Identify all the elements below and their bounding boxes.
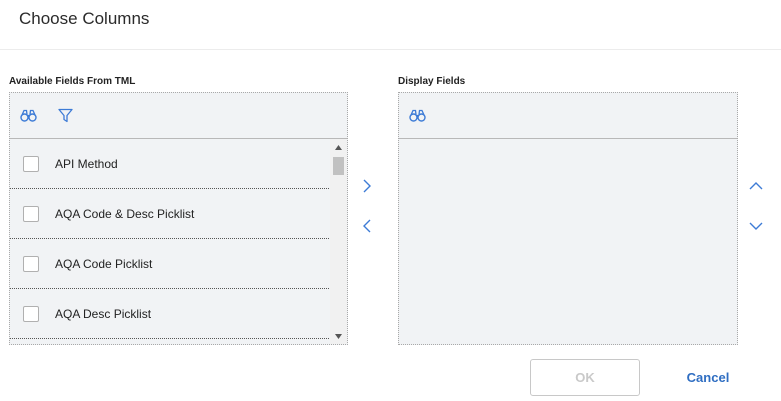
- chevron-left-icon: [363, 219, 371, 233]
- list-scrollbar[interactable]: [330, 139, 347, 344]
- move-left-button[interactable]: [357, 216, 377, 236]
- item-checkbox[interactable]: [23, 255, 39, 272]
- item-checkbox[interactable]: [23, 305, 39, 322]
- move-up-button[interactable]: [746, 176, 766, 196]
- list-item[interactable]: API Method: [10, 139, 329, 189]
- scroll-down-arrow-icon[interactable]: [330, 330, 347, 342]
- available-toolbar: [10, 93, 347, 139]
- item-label: API Method: [55, 156, 118, 171]
- move-right-button[interactable]: [357, 176, 377, 196]
- display-fields-label: Display Fields: [398, 76, 466, 87]
- item-label: AQA Desc Picklist: [55, 306, 152, 321]
- display-fields-panel: [398, 92, 738, 345]
- available-fields-label: Available Fields From TML: [9, 76, 136, 87]
- item-checkbox[interactable]: [23, 205, 39, 222]
- display-toolbar: [399, 93, 737, 139]
- item-checkbox[interactable]: [23, 155, 39, 172]
- move-down-button[interactable]: [746, 216, 766, 236]
- available-list[interactable]: API Method AQA Code & Desc Picklist AQA …: [10, 139, 347, 344]
- list-item[interactable]: AQA Code & Desc Picklist: [10, 189, 329, 239]
- chevron-up-icon: [749, 182, 763, 190]
- list-item[interactable]: AQA Desc Picklist: [10, 289, 329, 339]
- item-label: AQA Code Picklist: [55, 256, 153, 271]
- chevron-right-icon: [363, 179, 371, 193]
- title-divider: [0, 49, 781, 50]
- ok-button[interactable]: OK: [530, 359, 640, 396]
- scroll-up-arrow-icon[interactable]: [330, 141, 347, 153]
- scroll-thumb[interactable]: [333, 157, 344, 175]
- list-item[interactable]: AQA Code Picklist: [10, 239, 329, 289]
- item-label: AQA Code & Desc Picklist: [55, 206, 195, 221]
- binoculars-icon[interactable]: [408, 106, 426, 124]
- cancel-button[interactable]: Cancel: [668, 359, 748, 396]
- filter-icon[interactable]: [56, 106, 74, 124]
- binoculars-icon[interactable]: [19, 106, 37, 124]
- display-list[interactable]: [399, 139, 737, 344]
- chevron-down-icon: [749, 222, 763, 230]
- available-fields-panel: API Method AQA Code & Desc Picklist AQA …: [9, 92, 348, 345]
- dialog-title: Choose Columns: [19, 9, 150, 28]
